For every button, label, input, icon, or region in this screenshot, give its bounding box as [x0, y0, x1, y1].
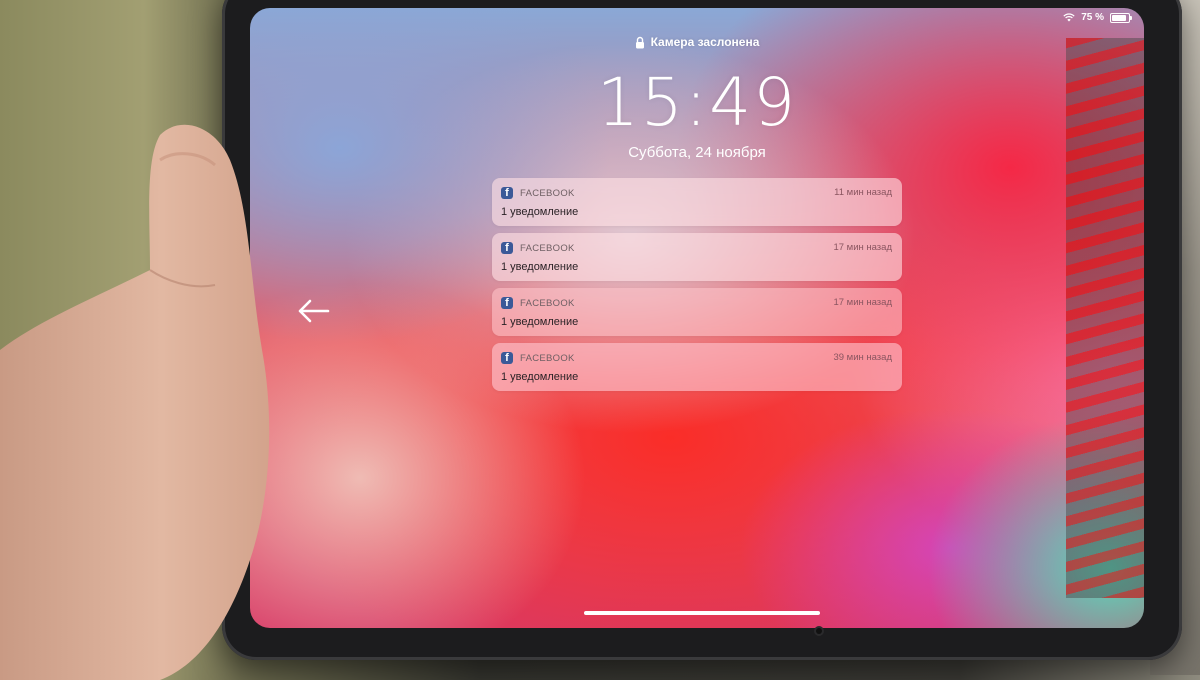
camera-status: Камера заслонена: [250, 35, 1144, 49]
wifi-icon: [1063, 13, 1075, 22]
facebook-icon: f: [501, 297, 513, 309]
notification-time: 11 мин назад: [834, 187, 892, 198]
home-indicator[interactable]: [584, 611, 820, 615]
lock-screen-date: Суббота, 24 ноября: [628, 144, 766, 161]
battery-percent: 75 %: [1081, 12, 1104, 23]
notification-body: 1 уведомление: [501, 371, 579, 383]
notification-card[interactable]: f FACEBOOK 17 мин назад 1 уведомление: [492, 233, 902, 281]
notification-time: 39 мин назад: [833, 352, 892, 363]
notification-stack: f FACEBOOK 11 мин назад 1 уведомление f …: [492, 178, 902, 398]
camera-status-label: Камера заслонена: [650, 35, 760, 49]
battery-icon: [1110, 12, 1132, 23]
notification-app-name: FACEBOOK: [520, 243, 575, 254]
notification-app-name: FACEBOOK: [520, 298, 575, 309]
notification-card[interactable]: f FACEBOOK 11 мин назад 1 уведомление: [492, 178, 902, 226]
facebook-icon: f: [501, 187, 513, 199]
notification-body: 1 уведомление: [501, 261, 579, 273]
notification-app-name: FACEBOOK: [520, 353, 575, 364]
notification-app-name: FACEBOOK: [520, 188, 575, 199]
lock-icon: [635, 36, 644, 48]
facebook-icon: f: [501, 242, 513, 254]
notification-time: 17 мин назад: [833, 297, 892, 308]
status-bar: 75 %: [1063, 12, 1132, 23]
notification-card[interactable]: f FACEBOOK 17 мин назад 1 уведомление: [492, 288, 902, 336]
notification-body: 1 уведомление: [501, 206, 579, 218]
front-camera-sensor: [816, 628, 822, 634]
lock-screen-clock: 15:49: [596, 64, 798, 141]
arrow-left-icon[interactable]: [296, 298, 330, 324]
lock-screen: 75 % Камера заслонена 15:49 Суббота, 24 …: [250, 8, 1144, 628]
facebook-icon: f: [501, 352, 513, 364]
notification-time: 17 мин назад: [833, 242, 892, 253]
notification-card[interactable]: f FACEBOOK 39 мин назад 1 уведомление: [492, 343, 902, 391]
hand-holding-tablet: [0, 124, 270, 680]
notification-body: 1 уведомление: [501, 316, 579, 328]
